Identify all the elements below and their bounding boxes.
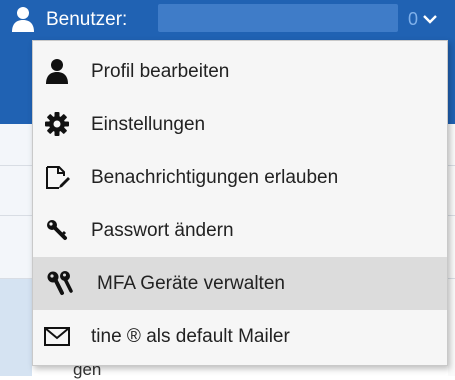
background-right-edge — [448, 124, 455, 376]
menu-item-label: Passwort ändern — [91, 220, 234, 241]
user-name-value — [158, 4, 398, 32]
user-name-suffix: 0 — [408, 9, 419, 29]
menu-item-allow-notifications[interactable]: Benachrichtigungen erlauben — [33, 151, 447, 204]
menu-item-label: Einstellungen — [91, 114, 206, 135]
notification-edit-icon — [46, 166, 70, 189]
envelope-icon — [44, 327, 70, 346]
user-menu-button[interactable]: Benutzer: 0 — [0, 0, 455, 40]
menu-item-label: Benachrichtigungen erlauben — [91, 167, 339, 188]
chevron-down-icon[interactable] — [422, 12, 438, 26]
menu-item-default-mailer[interactable]: tine ® als default Mailer — [33, 310, 447, 363]
user-icon — [12, 7, 34, 32]
menu-item-manage-mfa-devices[interactable]: MFA Geräte verwalten — [33, 257, 447, 310]
user-label: Benutzer: — [46, 9, 128, 30]
background-selected-strip — [0, 278, 32, 376]
menu-item-label: tine ® als default Mailer — [91, 326, 290, 347]
keys-icon — [47, 271, 73, 295]
user-dropdown-menu: Profil bearbeiten Einstellungen Benachri… — [32, 40, 448, 366]
menu-item-change-password[interactable]: Passwort ändern — [33, 204, 447, 257]
gear-icon — [45, 112, 69, 136]
key-icon — [47, 220, 67, 240]
menu-item-label: MFA Geräte verwalten — [97, 273, 285, 294]
menu-item-label: Profil bearbeiten — [91, 61, 230, 82]
user-icon — [46, 59, 68, 84]
menu-item-settings[interactable]: Einstellungen — [33, 98, 447, 151]
menu-item-edit-profile[interactable]: Profil bearbeiten — [33, 45, 447, 98]
